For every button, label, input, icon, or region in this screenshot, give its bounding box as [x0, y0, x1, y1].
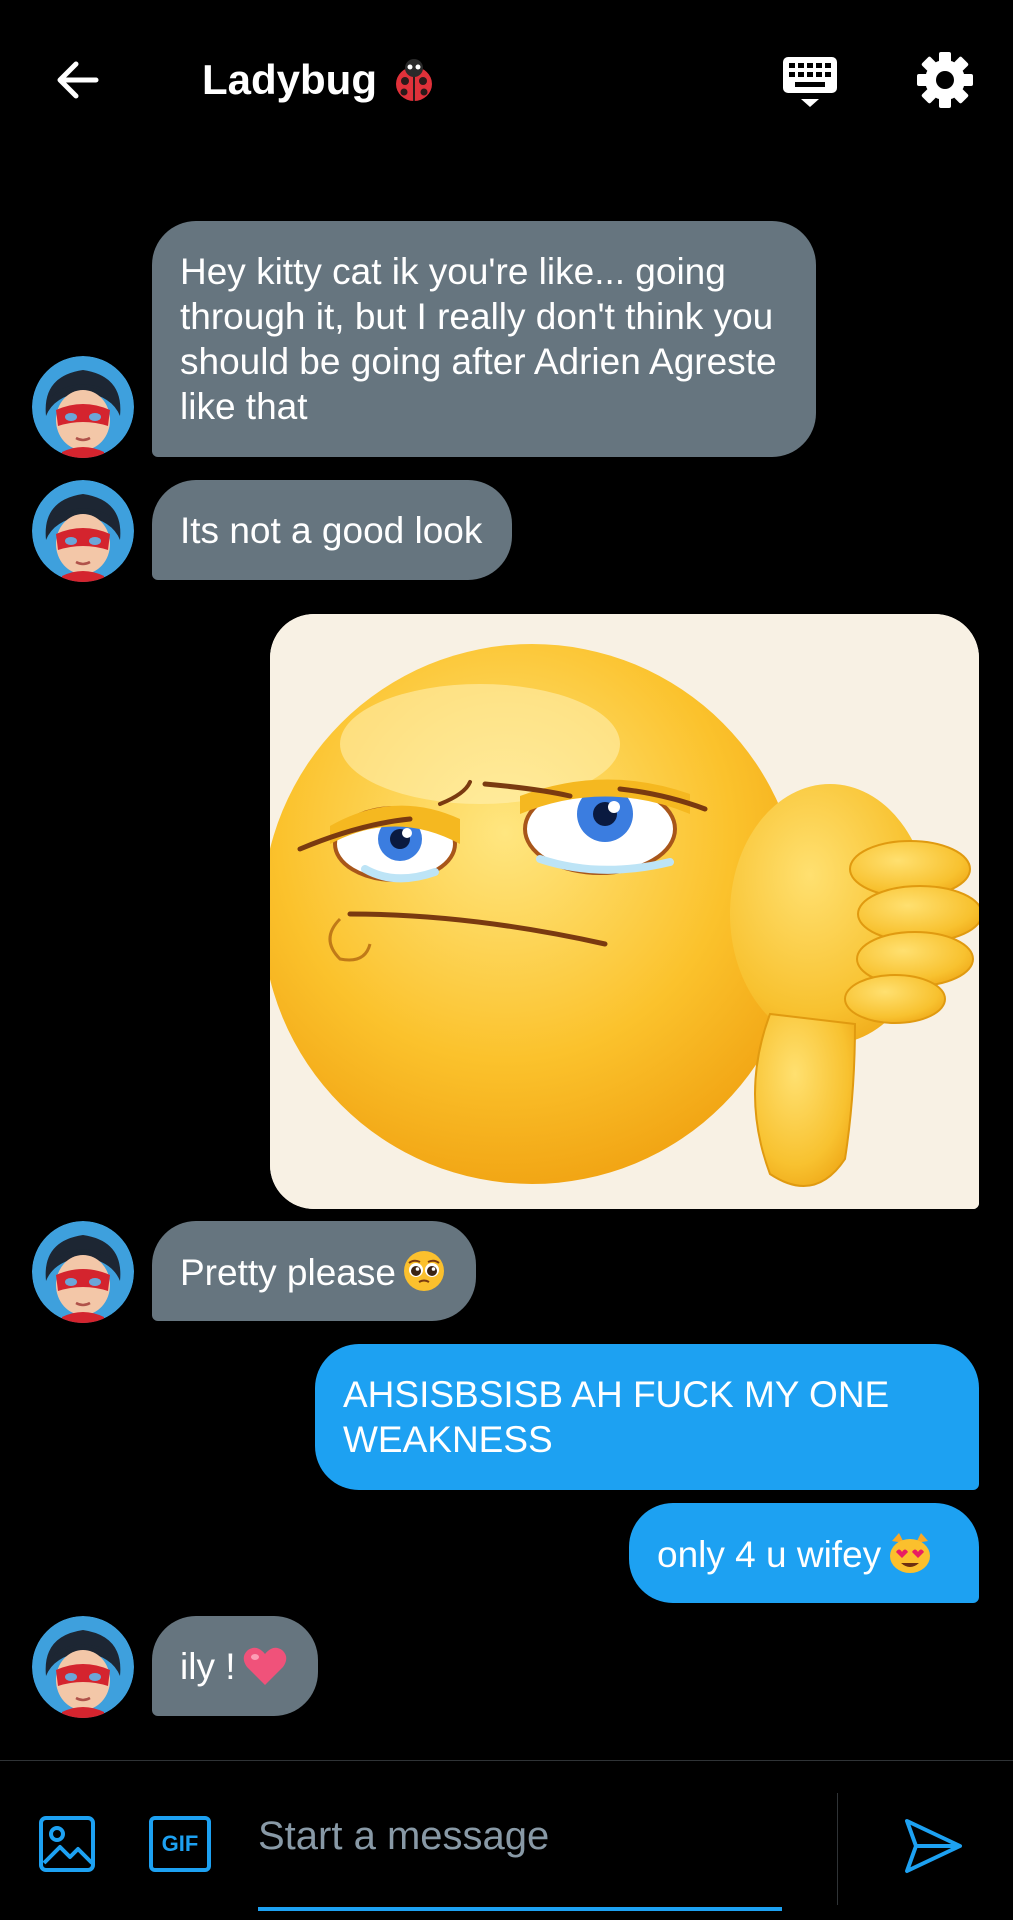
conversation-title: Ladybug: [202, 56, 377, 103]
image-icon: [39, 1816, 95, 1872]
keyboard-icon: [783, 57, 837, 107]
message-bubble-received[interactable]: Hey kitty cat ik you're like... going th…: [152, 221, 816, 457]
avatar[interactable]: [32, 1616, 134, 1718]
message-bubble-received[interactable]: Pretty please: [152, 1221, 476, 1321]
keyboard-button[interactable]: [780, 52, 840, 112]
message-list[interactable]: Hey kitty cat ik you're like... going th…: [0, 160, 1013, 1760]
avatar[interactable]: [32, 480, 134, 582]
message-text: ily !: [180, 1646, 236, 1687]
avatar[interactable]: [32, 1221, 134, 1323]
gif-button[interactable]: GIF: [149, 1816, 211, 1872]
message-text: only 4 u wifey: [657, 1534, 882, 1575]
divider: [837, 1793, 838, 1905]
conversation-title-group[interactable]: Ladybug: [202, 50, 439, 110]
conversation-header: Ladybug: [0, 0, 1013, 160]
add-media-button[interactable]: [38, 1815, 96, 1873]
message-bubble-sent[interactable]: AHSISBSISB AH FUCK MY ONE WEAKNESS: [315, 1344, 979, 1490]
pleading-face-emoji: [402, 1249, 446, 1303]
arrow-left-icon: [57, 61, 99, 99]
message-input[interactable]: [258, 1801, 782, 1871]
message-bubble-received[interactable]: ily !: [152, 1616, 318, 1716]
send-button[interactable]: [898, 1811, 968, 1881]
message-image[interactable]: [270, 614, 979, 1209]
message-bubble-sent[interactable]: only 4 u wifey: [629, 1503, 979, 1603]
message-text: Pretty please: [180, 1252, 396, 1293]
pink-heart-emoji: [242, 1645, 288, 1697]
back-button[interactable]: [50, 52, 106, 108]
message-bubble-received[interactable]: Its not a good look: [152, 480, 513, 580]
heart-eyes-cat-emoji: [887, 1531, 933, 1585]
settings-button[interactable]: [915, 50, 975, 110]
avatar[interactable]: [32, 356, 134, 458]
gear-icon: [917, 52, 973, 108]
message-composer: GIF: [0, 1760, 1013, 1920]
disappointed-thumbs-down-emoji: [270, 614, 979, 1209]
send-icon: [905, 1819, 962, 1873]
ladybug-emoji: [389, 55, 439, 105]
input-underline: [258, 1907, 782, 1911]
